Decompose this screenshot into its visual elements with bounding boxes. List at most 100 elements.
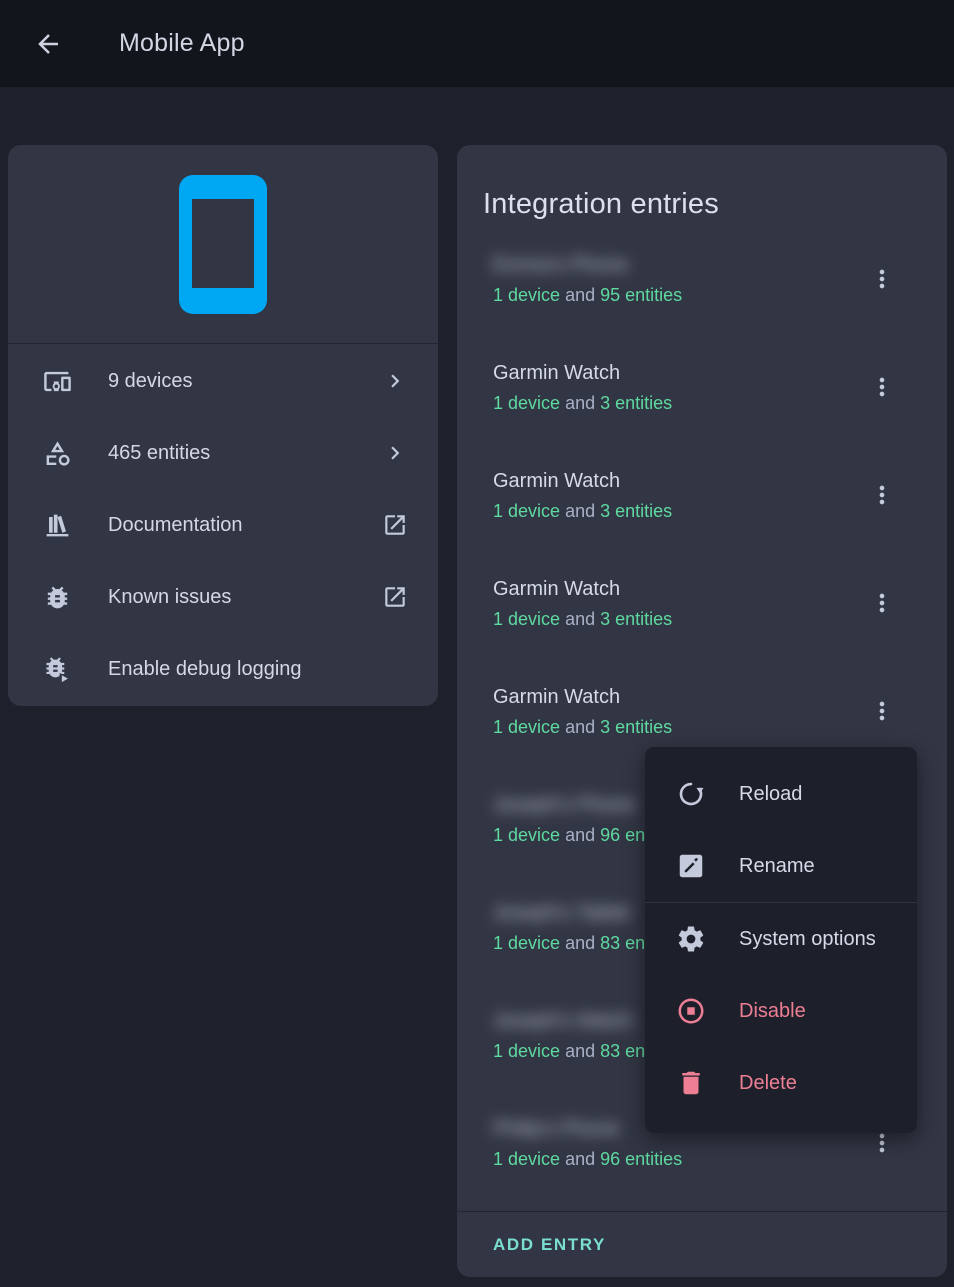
info-row-465-entities[interactable]: 465 entities <box>8 417 438 489</box>
entries-footer: ADD ENTRY <box>457 1211 947 1277</box>
entry-conjunction: and <box>565 1149 595 1169</box>
dots-vertical-icon <box>868 265 896 293</box>
arrow-left-icon <box>33 29 63 59</box>
menu-item-disable[interactable]: Disable <box>645 975 917 1047</box>
entry-menu-button[interactable] <box>860 257 904 301</box>
dots-vertical-icon <box>868 481 896 509</box>
entry-conjunction: and <box>565 501 595 521</box>
bug-icon <box>43 583 72 612</box>
entry-device-count: 1 device <box>493 717 560 737</box>
info-row-label: Documentation <box>108 514 243 537</box>
integration-entry-row: Garmin Watch 1 device and 3 entities <box>457 456 947 564</box>
back-button[interactable] <box>24 20 72 68</box>
entry-conjunction: and <box>565 933 595 953</box>
entry-menu-button[interactable] <box>860 473 904 517</box>
entry-device-count: 1 device <box>493 933 560 953</box>
entry-summary: 1 device and 3 entities <box>493 391 867 415</box>
entry-device-count: 1 device <box>493 609 560 629</box>
stop-circle-icon <box>676 996 706 1026</box>
entry-name: Garmin Watch <box>493 468 620 494</box>
entry-conjunction: and <box>565 717 595 737</box>
info-row-label: Enable debug logging <box>108 658 302 681</box>
info-row-label: Known issues <box>108 586 231 609</box>
info-row-label: 465 entities <box>108 442 210 465</box>
entry-conjunction: and <box>565 285 595 305</box>
entry-device-count: 1 device <box>493 285 560 305</box>
trash-icon <box>676 1068 706 1098</box>
chevron-right-icon <box>382 368 408 394</box>
entry-entity-count: 96 entities <box>600 1149 682 1169</box>
library-icon <box>43 511 72 540</box>
chevron-right-icon <box>382 440 408 466</box>
entry-conjunction: and <box>565 825 595 845</box>
app-bar: Mobile App <box>0 0 954 87</box>
menu-item-rename[interactable]: Rename <box>645 830 917 902</box>
menu-item-label: Rename <box>739 855 815 878</box>
entry-summary: 1 device and 3 entities <box>493 499 867 523</box>
menu-item-system-options[interactable]: System options <box>645 903 917 975</box>
entry-menu-button[interactable] <box>860 581 904 625</box>
menu-item-label: Disable <box>739 1000 806 1023</box>
entries-card-title: Integration entries <box>483 188 719 221</box>
entry-summary: 1 device and 3 entities <box>493 607 867 631</box>
info-row-list: 9 devices 465 entities Documentation Known … <box>8 345 438 705</box>
info-row-documentation[interactable]: Documentation <box>8 489 438 561</box>
entry-name: Joseph's Tablet <box>493 900 630 926</box>
info-row-9-devices[interactable]: 9 devices <box>8 345 438 417</box>
rename-icon <box>676 851 706 881</box>
info-row-label: 9 devices <box>108 370 193 393</box>
integration-entry-row: Emma's Phone 1 device and 95 entities <box>457 240 947 348</box>
menu-item-delete[interactable]: Delete <box>645 1047 917 1119</box>
entry-device-count: 1 device <box>493 825 560 845</box>
entry-entity-count: 3 entities <box>600 609 672 629</box>
dots-vertical-icon <box>868 589 896 617</box>
entry-name: Emma's Phone <box>493 252 628 278</box>
entry-name: Joseph's Phone <box>493 792 635 818</box>
entry-menu-button[interactable] <box>860 689 904 733</box>
mobile-app-integration-page: Mobile App 9 devices 465 entities Document… <box>0 0 954 1287</box>
reload-icon <box>676 779 706 809</box>
entry-entity-count: 3 entities <box>600 393 672 413</box>
dots-vertical-icon <box>868 373 896 401</box>
bug-play-icon <box>43 655 72 684</box>
page-title: Mobile App <box>119 29 245 58</box>
entry-name: Garmin Watch <box>493 684 620 710</box>
shape-icon <box>43 439 72 468</box>
info-row-known-issues[interactable]: Known issues <box>8 561 438 633</box>
integration-entry-row: Garmin Watch 1 device and 3 entities <box>457 564 947 672</box>
integration-entry-row: Garmin Watch 1 device and 3 entities <box>457 348 947 456</box>
entry-device-count: 1 device <box>493 1149 560 1169</box>
menu-item-label: Delete <box>739 1072 797 1095</box>
entry-name: Joseph's Watch <box>493 1008 633 1034</box>
integration-icon-header <box>8 145 438 344</box>
open-in-new-icon <box>382 512 408 538</box>
cellphone-icon <box>179 175 267 314</box>
devices-icon <box>43 367 72 396</box>
info-row-enable-debug-logging[interactable]: Enable debug logging <box>8 633 438 705</box>
entry-conjunction: and <box>565 609 595 629</box>
menu-item-reload[interactable]: Reload <box>645 758 917 830</box>
entry-name: Philip's Phone <box>493 1116 619 1142</box>
entry-device-count: 1 device <box>493 393 560 413</box>
entry-summary: 1 device and 3 entities <box>493 715 867 739</box>
entry-conjunction: and <box>565 393 595 413</box>
entry-name: Garmin Watch <box>493 360 620 386</box>
entry-summary: 1 device and 96 entities <box>493 1147 867 1171</box>
dots-vertical-icon <box>868 1129 896 1157</box>
entry-entity-count: 95 entities <box>600 285 682 305</box>
entry-device-count: 1 device <box>493 1041 560 1061</box>
entry-name: Garmin Watch <box>493 576 620 602</box>
entry-conjunction: and <box>565 1041 595 1061</box>
menu-item-label: Reload <box>739 783 802 806</box>
entry-summary: 1 device and 95 entities <box>493 283 867 307</box>
cog-icon <box>676 924 706 954</box>
dots-vertical-icon <box>868 697 896 725</box>
open-in-new-icon <box>382 584 408 610</box>
entry-menu-button[interactable] <box>860 365 904 409</box>
entry-entity-count: 3 entities <box>600 501 672 521</box>
entry-entity-count: 3 entities <box>600 717 672 737</box>
add-entry-button[interactable]: ADD ENTRY <box>477 1225 622 1265</box>
entry-device-count: 1 device <box>493 501 560 521</box>
integration-info-card: 9 devices 465 entities Documentation Known … <box>8 145 438 706</box>
entry-context-menu: Reload Rename System options Disable Delete <box>645 747 917 1133</box>
